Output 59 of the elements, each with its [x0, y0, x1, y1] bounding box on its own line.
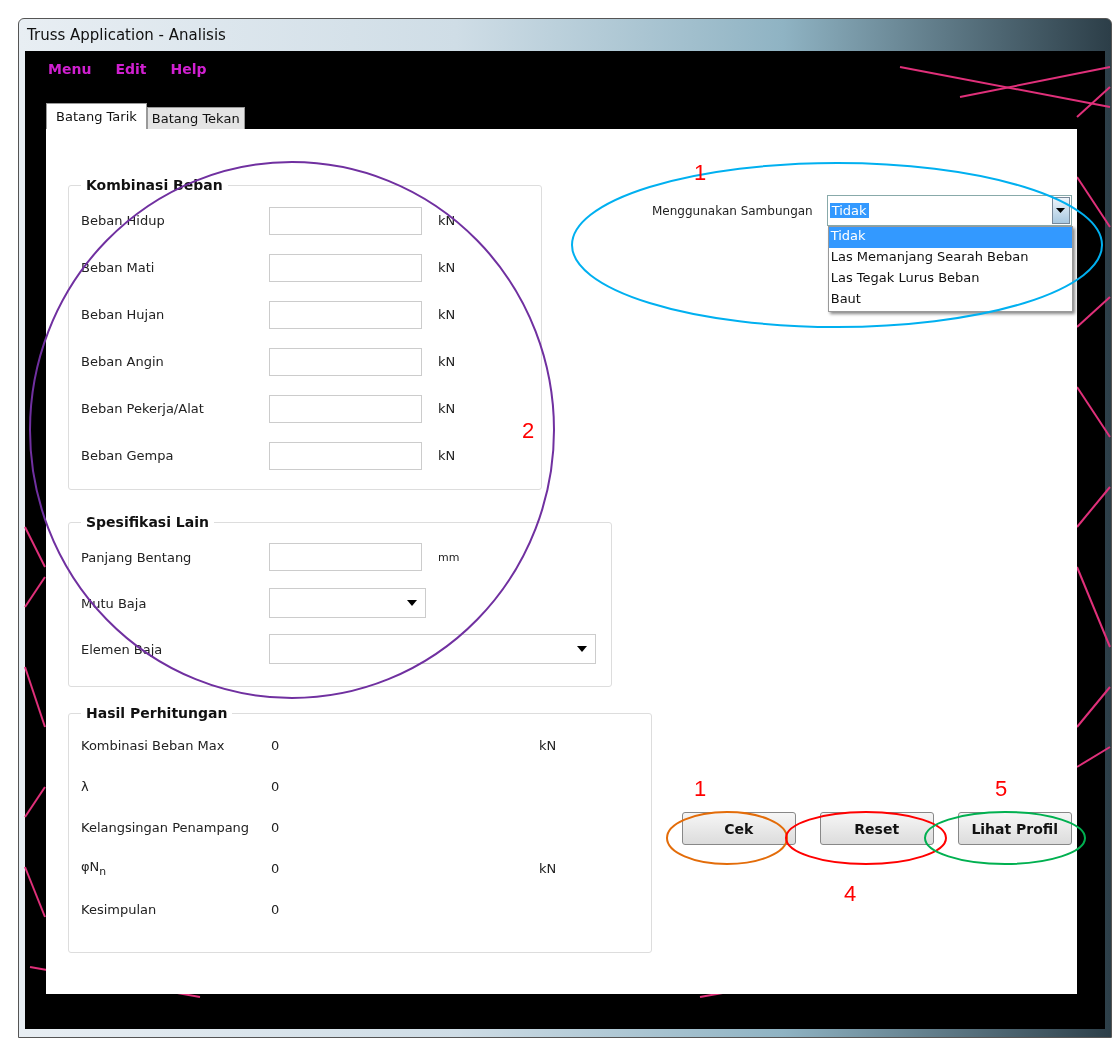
group-title: Spesifikasi Lain	[85, 514, 210, 530]
result-label: λ	[81, 779, 90, 794]
result-label: Kesimpulan	[81, 902, 158, 917]
selected-value: Tidak	[829, 203, 869, 218]
dropdown-option[interactable]: Las Tegak Lurus Beban	[828, 269, 1072, 290]
tab[interactable]: Batang Tarik	[46, 103, 147, 129]
field-label: Beban Gempa	[81, 448, 175, 463]
field-label: Beban Hujan	[81, 307, 166, 322]
window-title: Truss Application - Analisis	[27, 26, 226, 44]
unit-label: kN	[438, 260, 456, 275]
annotation-number: 1	[693, 776, 707, 801]
result-value: 0	[271, 738, 281, 753]
input-field[interactable]	[269, 441, 422, 470]
field-label: Beban Mati	[81, 260, 156, 275]
menu-item[interactable]: Menu	[48, 61, 92, 95]
tab[interactable]: Batang Tekan	[146, 107, 245, 129]
unit-label: kN	[438, 401, 456, 416]
result-value: 0	[271, 861, 281, 876]
field-label: Panjang Bentang	[81, 549, 193, 565]
dropdown-button[interactable]	[1051, 197, 1070, 224]
unit-label: mm	[438, 550, 460, 564]
input-field[interactable]	[269, 253, 422, 282]
annotation-number: 2	[521, 418, 535, 443]
input-field[interactable]	[269, 300, 422, 329]
caret-icon	[577, 646, 587, 652]
field-label: Beban Pekerja/Alat	[81, 401, 205, 416]
menu-item[interactable]: Help	[170, 61, 207, 95]
unit-label: kN	[438, 448, 456, 463]
result-value: 0	[271, 779, 281, 794]
dropdown[interactable]	[269, 634, 596, 664]
input-field[interactable]	[269, 347, 422, 376]
unit-label: kN	[438, 307, 456, 322]
dropdown-option[interactable]: Baut	[828, 290, 1072, 311]
action-button[interactable]: Cek	[681, 812, 796, 845]
action-button[interactable]: Reset	[819, 812, 934, 845]
menu-item[interactable]: Edit	[115, 61, 147, 95]
unit-label: kN	[539, 861, 557, 876]
unit-label: kN	[438, 213, 456, 228]
unit-label: kN	[438, 354, 456, 369]
dropdown-option[interactable]: Las Memanjang Searah Beban	[828, 248, 1072, 269]
input-field[interactable]	[269, 543, 422, 571]
unit-label: kN	[539, 738, 557, 753]
caret-icon	[1056, 208, 1066, 213]
result-value: 0	[271, 820, 281, 835]
field-label: Beban Hidup	[81, 213, 166, 228]
result-label: φN$_{n}$	[81, 859, 108, 878]
field-label: Menggunakan Sambungan	[652, 203, 813, 218]
action-button[interactable]: Lihat Profil	[957, 812, 1072, 845]
input-field[interactable]	[269, 206, 422, 235]
result-label: Kombinasi Beban Max	[81, 738, 226, 753]
caret-icon	[407, 600, 417, 606]
annotation-number: 4	[843, 881, 857, 906]
result-value: 0	[271, 902, 281, 917]
annotation-number: 5	[994, 776, 1008, 801]
result-label: Kelangsingan Penampang	[81, 820, 251, 835]
dropdown[interactable]	[269, 588, 426, 618]
group-title: Hasil Perhitungan	[85, 705, 229, 721]
input-field[interactable]	[269, 394, 422, 423]
field-label: Beban Angin	[81, 354, 165, 369]
